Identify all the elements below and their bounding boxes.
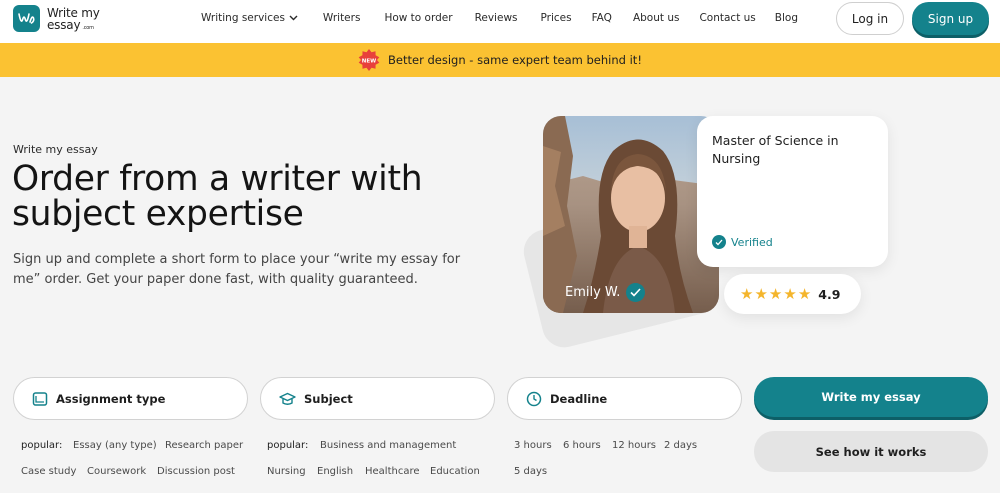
login-button[interactable]: Log in: [836, 2, 904, 35]
see-how-it-works-button[interactable]: See how it works: [754, 431, 988, 472]
deadline-option[interactable]: 2 days: [664, 440, 697, 451]
nav-about-us[interactable]: About us: [633, 12, 680, 24]
deadline-option[interactable]: 5 days: [514, 466, 547, 477]
hero-title: Order from a writer with subject experti…: [12, 159, 423, 234]
nav-writers[interactable]: Writers: [323, 12, 361, 24]
signup-button[interactable]: Sign up: [912, 2, 989, 35]
verified-check-icon: [626, 283, 646, 302]
subject-option[interactable]: English: [317, 466, 353, 477]
subject-option[interactable]: Education: [430, 466, 480, 477]
subject-select[interactable]: Subject: [260, 377, 495, 420]
logo-line-2: essay: [47, 17, 81, 32]
main-nav: Writing services Writers How to order Re…: [201, 12, 798, 24]
new-badge-text: NEW: [362, 59, 376, 65]
assignment-option[interactable]: Research paper: [165, 440, 243, 451]
site-logo[interactable]: Write my essay .com: [13, 5, 100, 32]
subject-label: Subject: [304, 391, 353, 406]
nav-writing-services[interactable]: Writing services: [201, 12, 298, 24]
nav-writing-services-label: Writing services: [201, 12, 285, 24]
nav-prices[interactable]: Prices: [541, 12, 572, 24]
logo-icon: [13, 5, 40, 32]
star-icon: ★: [754, 285, 768, 303]
subject-option[interactable]: Healthcare: [365, 466, 420, 477]
nav-blog[interactable]: Blog: [775, 12, 798, 24]
hero-subtitle: Sign up and complete a short form to pla…: [13, 252, 461, 287]
writer-degree: Master of Science in Nursing: [712, 133, 839, 166]
assignment-popular-label: popular:: [21, 440, 63, 451]
graduation-cap-icon: [279, 391, 296, 407]
nav-faq[interactable]: FAQ: [592, 12, 612, 24]
assignment-option[interactable]: Coursework: [87, 466, 146, 477]
nav-contact-us[interactable]: Contact us: [699, 12, 755, 24]
nav-reviews[interactable]: Reviews: [475, 12, 518, 24]
logo-line-1: Write my: [47, 5, 100, 20]
rating-value: 4.9: [818, 286, 841, 302]
writer-rating: ★ ★ ★ ★ ★ 4.9: [724, 274, 861, 314]
nav-how-to-order[interactable]: How to order: [384, 12, 452, 24]
hero-kicker: Write my essay: [13, 143, 98, 156]
deadline-option[interactable]: 6 hours: [563, 440, 601, 451]
deadline-select[interactable]: Deadline: [507, 377, 742, 420]
document-icon: [32, 391, 48, 407]
subject-option[interactable]: Business and management: [320, 440, 456, 451]
star-icon: ★: [740, 285, 754, 303]
assignment-option[interactable]: Essay (any type): [73, 440, 157, 451]
deadline-label: Deadline: [550, 391, 608, 406]
assignment-type-label: Assignment type: [56, 391, 166, 406]
write-my-essay-button[interactable]: Write my essay: [754, 377, 988, 417]
announcement-banner: NEW Better design - same expert team beh…: [0, 43, 1000, 77]
writer-degree-card: Master of Science in Nursing Verified: [697, 116, 888, 267]
writer-name: Emily W.: [565, 285, 621, 300]
writer-name-tag: Emily W.: [565, 283, 646, 302]
verified-badge: Verified: [712, 235, 773, 249]
star-icon: ★: [797, 285, 812, 303]
star-icon: ★: [768, 285, 783, 303]
star-icon: ★: [783, 285, 797, 303]
checkmark-icon: [712, 235, 726, 249]
logo-text: Write my essay .com: [47, 7, 100, 31]
banner-text: Better design - same expert team behind …: [388, 53, 642, 67]
subject-option[interactable]: Nursing: [267, 466, 306, 477]
assignment-option[interactable]: Discussion post: [157, 466, 235, 477]
clock-icon: [526, 391, 542, 407]
assignment-option[interactable]: Case study: [21, 466, 76, 477]
site-header: Write my essay .com Writing services Writ…: [0, 0, 1000, 43]
rating-stars: ★ ★ ★ ★ ★: [740, 285, 812, 303]
chevron-down-icon: [289, 14, 298, 23]
new-badge-icon: NEW: [358, 49, 380, 71]
logo-suffix: .com: [82, 24, 94, 31]
deadline-option[interactable]: 3 hours: [514, 440, 552, 451]
assignment-type-select[interactable]: Assignment type: [13, 377, 248, 420]
subject-popular-label: popular:: [267, 440, 309, 451]
deadline-option[interactable]: 12 hours: [612, 440, 656, 451]
verified-label: Verified: [731, 235, 773, 249]
